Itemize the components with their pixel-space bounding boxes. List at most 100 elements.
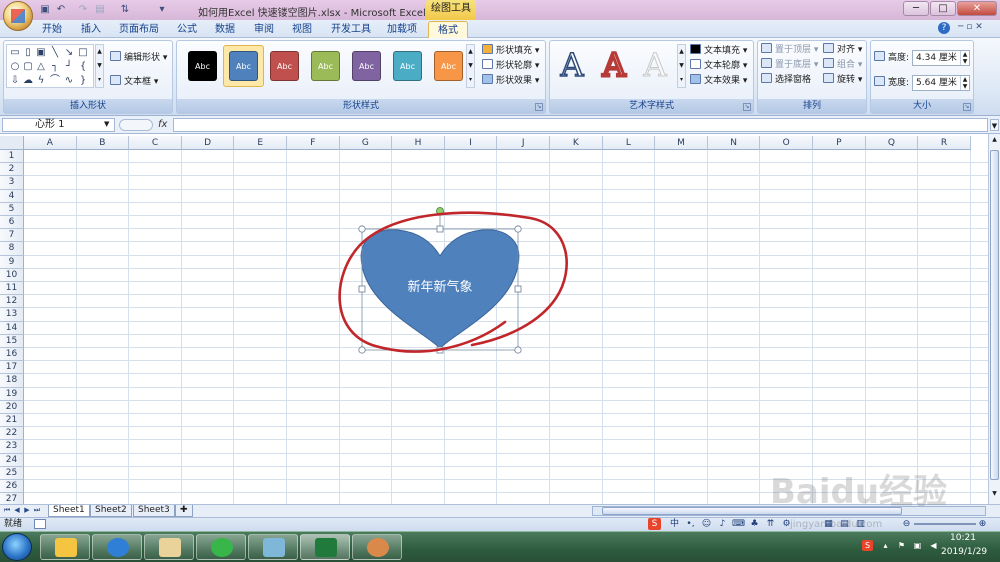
prev-sheet-icon[interactable]: ◀ xyxy=(13,506,21,515)
insert-sheet-icon[interactable]: ✚ xyxy=(175,505,193,517)
row-header[interactable]: 1 xyxy=(0,150,24,164)
wordart-plain-white[interactable]: A xyxy=(636,46,674,85)
arrow-shape-icon[interactable]: ↘ xyxy=(63,47,75,59)
keyboard-icon[interactable]: ⌨ xyxy=(732,518,745,530)
insert-function-icon[interactable]: fx xyxy=(158,119,167,130)
tray-volume-icon[interactable]: ◀ xyxy=(928,540,939,551)
tray-expand-icon[interactable]: ▴ xyxy=(880,540,891,551)
save-icon[interactable]: ▣ xyxy=(38,3,52,16)
row-header[interactable]: 13 xyxy=(0,308,24,322)
macro-record-icon[interactable] xyxy=(34,519,46,529)
undo-icon[interactable]: ↶ xyxy=(54,3,68,16)
next-sheet-icon[interactable]: ▶ xyxy=(23,506,31,515)
down-arrow-shape-icon[interactable]: ⇩ xyxy=(9,75,21,87)
shape-fill-button[interactable]: 形状填充 ▾ xyxy=(482,44,539,58)
shape-outline-button[interactable]: 形状轮廓 ▾ xyxy=(482,59,539,73)
taskbar-files[interactable] xyxy=(144,534,194,560)
row-header[interactable]: 7 xyxy=(0,229,24,243)
name-box-dropdown-icon[interactable]: ▼ xyxy=(104,120,109,128)
ime-mode-icon[interactable]: 中 xyxy=(668,518,681,530)
column-header[interactable]: C xyxy=(129,136,182,150)
microphone-icon[interactable]: ♪ xyxy=(716,518,729,530)
taskbar-paint[interactable] xyxy=(352,534,402,560)
column-header[interactable]: E xyxy=(234,136,287,150)
column-header[interactable]: H xyxy=(392,136,445,150)
taskbar-notes[interactable] xyxy=(248,534,298,560)
tab-insert[interactable]: 插入 xyxy=(72,21,110,38)
toolbox-icon[interactable]: ⇈ xyxy=(764,518,777,530)
row-header[interactable]: 21 xyxy=(0,414,24,428)
taskbar-wechat[interactable] xyxy=(196,534,246,560)
row-header[interactable]: 9 xyxy=(0,255,24,269)
dialog-launcher-icon[interactable]: ↘ xyxy=(963,103,971,111)
sort-icon[interactable]: ⇅ xyxy=(118,3,132,16)
taskbar-sogou[interactable] xyxy=(92,534,142,560)
sheet-tab-sheet1[interactable]: Sheet1 xyxy=(48,505,90,517)
tray-sogou-icon[interactable]: S xyxy=(862,540,873,551)
tray-flag-icon[interactable]: ⚑ xyxy=(896,540,907,551)
tab-home[interactable]: 开始 xyxy=(33,21,71,38)
freeform-shape-icon[interactable]: ∿ xyxy=(63,75,75,87)
row-header[interactable]: 8 xyxy=(0,242,24,256)
row-header[interactable]: 17 xyxy=(0,361,24,375)
column-header[interactable]: F xyxy=(287,136,340,150)
vertical-scrollbar[interactable]: ▲ ▼ xyxy=(988,134,1000,504)
tab-formulas[interactable]: 公式 xyxy=(168,21,206,38)
column-header[interactable]: B xyxy=(76,136,130,150)
column-header[interactable]: D xyxy=(181,136,235,150)
customize-quick-access-icon[interactable]: ▾ xyxy=(155,3,169,16)
style-swatch[interactable]: Abc xyxy=(229,51,258,81)
row-header[interactable]: 26 xyxy=(0,480,24,494)
shape-gallery-scroll[interactable]: ▲ ▼ ▾ xyxy=(95,44,104,88)
expand-formula-bar-icon[interactable]: ▼ xyxy=(990,119,999,131)
worksheet-grid[interactable]: ABCDEFGHIJKLMNOPQR 1 2 3 4 5 6 7 8 9 10 11 12 13 14 15… xyxy=(0,136,988,504)
lightning-shape-icon[interactable]: ϟ xyxy=(35,75,47,87)
row-header[interactable]: 6 xyxy=(0,216,24,230)
column-header[interactable]: I xyxy=(444,136,498,150)
dialog-launcher-icon[interactable]: ↘ xyxy=(535,103,543,111)
column-header[interactable]: K xyxy=(550,136,603,150)
send-to-back-button[interactable]: 置于底层 ▾ xyxy=(761,58,818,72)
column-header[interactable]: P xyxy=(813,136,866,150)
brace-shape-icon[interactable]: { xyxy=(77,61,89,73)
zoom-out-icon[interactable]: ⊖ xyxy=(900,518,913,530)
column-header[interactable]: A xyxy=(24,136,77,150)
row-header[interactable]: 12 xyxy=(0,295,24,309)
vertical-scroll-thumb[interactable] xyxy=(990,150,999,480)
tab-format[interactable]: 格式 xyxy=(428,21,468,38)
taskbar-excel[interactable] xyxy=(300,534,350,560)
start-button[interactable] xyxy=(2,533,32,561)
name-box[interactable]: 心形 1 xyxy=(2,118,115,132)
row-header[interactable]: 16 xyxy=(0,348,24,362)
maximize-button[interactable]: □ xyxy=(930,1,956,16)
bracket-shape-icon[interactable]: } xyxy=(77,75,89,87)
oval-shape-icon[interactable]: ○ xyxy=(9,61,21,73)
column-header[interactable]: G xyxy=(339,136,393,150)
zoom-in-icon[interactable]: ⊕ xyxy=(976,518,989,530)
align-button[interactable]: 对齐 ▾ xyxy=(823,43,862,57)
row-header[interactable]: 19 xyxy=(0,387,24,401)
style-swatch[interactable]: Abc xyxy=(352,51,381,81)
skin-icon[interactable]: ♣ xyxy=(748,518,761,530)
rounded-rect-icon[interactable]: ▢ xyxy=(22,61,34,73)
office-button[interactable] xyxy=(3,1,33,31)
row-header[interactable]: 3 xyxy=(0,176,24,190)
text-outline-button[interactable]: 文本轮廓 ▾ xyxy=(690,59,747,73)
taskbar-explorer[interactable] xyxy=(40,534,90,560)
column-header[interactable]: L xyxy=(602,136,656,150)
text-fill-button[interactable]: 文本填充 ▾ xyxy=(690,44,747,58)
clock-time[interactable]: 10:21 xyxy=(950,533,976,543)
tab-page-layout[interactable]: 页面布局 xyxy=(110,21,168,38)
text-effects-button[interactable]: 文本效果 ▾ xyxy=(690,74,747,88)
zoom-slider[interactable] xyxy=(914,523,976,525)
rotate-button[interactable]: 旋转 ▾ xyxy=(823,73,862,87)
line-shape-icon[interactable]: ╲ xyxy=(49,47,61,59)
row-header[interactable]: 25 xyxy=(0,466,24,480)
vertical-text-box-icon[interactable]: ▯ xyxy=(22,47,34,59)
tab-developer[interactable]: 开发工具 xyxy=(322,21,380,38)
row-header[interactable]: 14 xyxy=(0,321,24,335)
wordart-gallery-scroll[interactable]: ▲ ▼ ▾ xyxy=(677,44,686,88)
style-swatch[interactable]: Abc xyxy=(270,51,299,81)
edit-shape-button[interactable]: 编辑形状 ▾ xyxy=(110,51,167,65)
width-spinner[interactable]: 5.64 厘米 ▲ ▼ xyxy=(912,75,970,91)
